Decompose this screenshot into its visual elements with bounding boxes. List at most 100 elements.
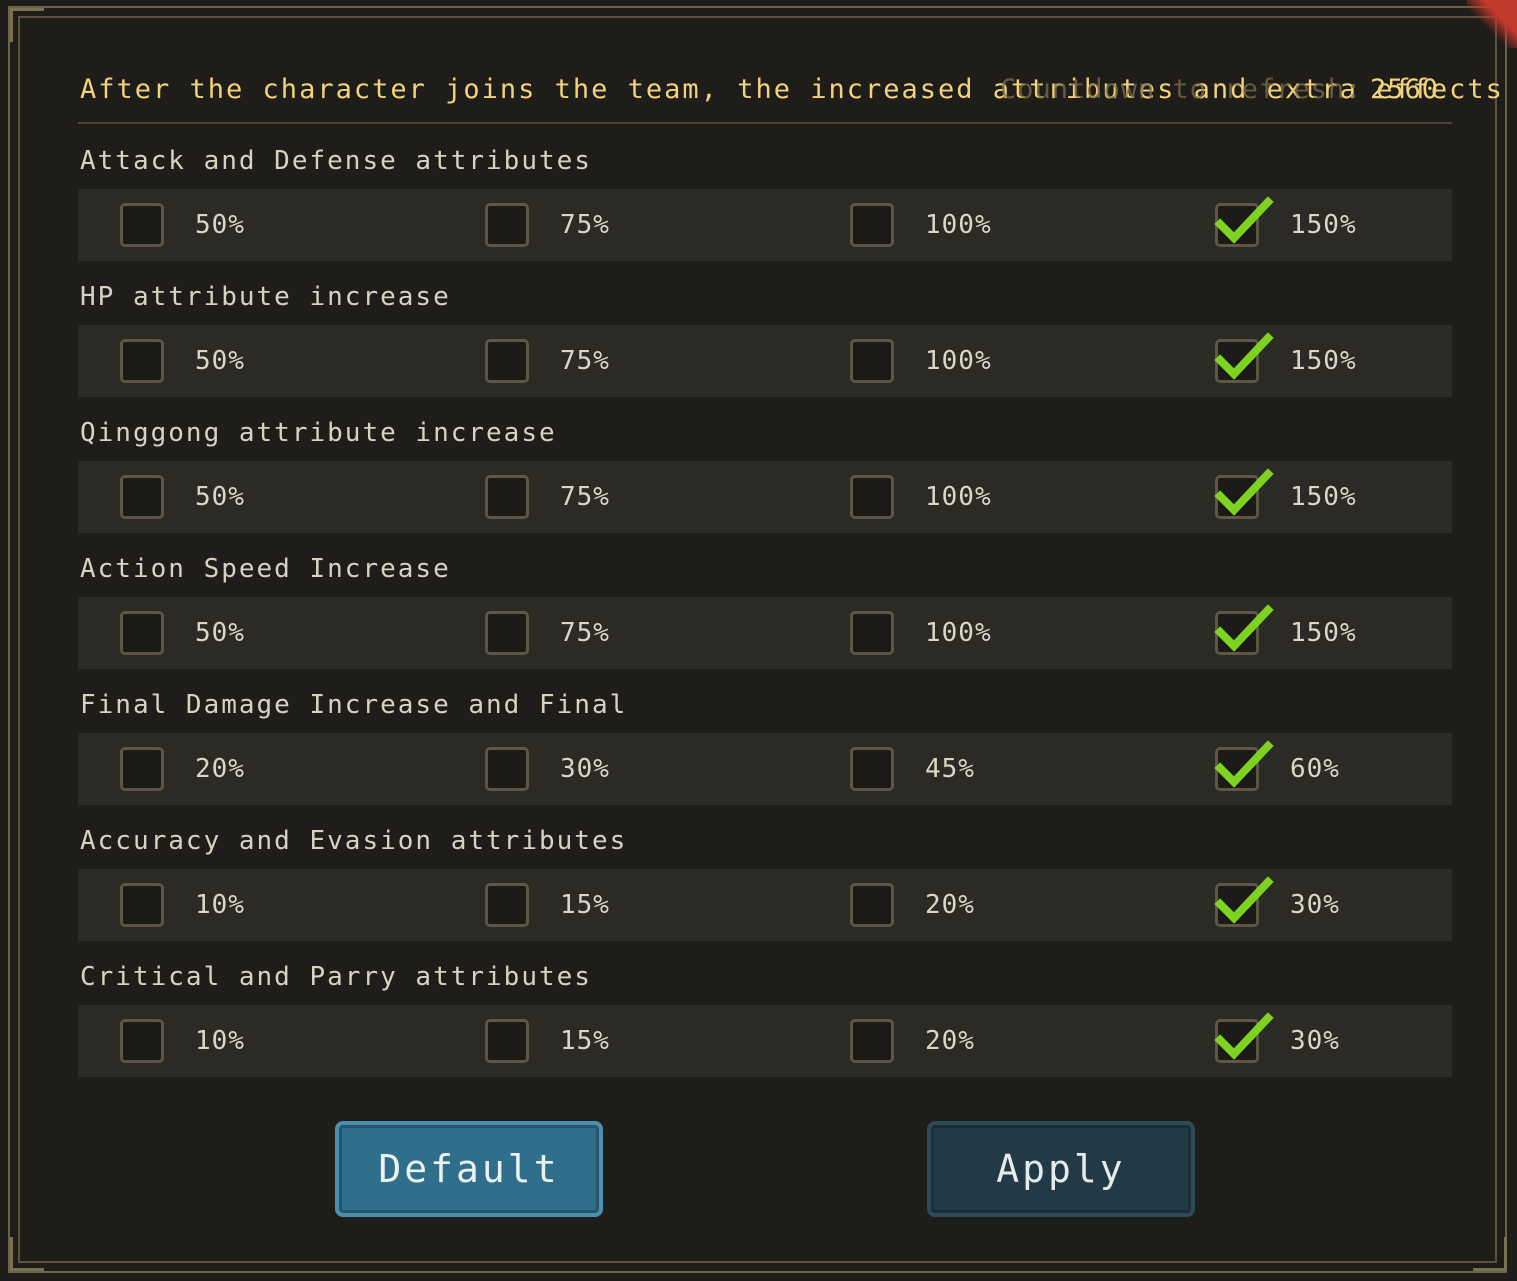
option-label: 60% — [1290, 754, 1340, 784]
option[interactable]: 15% — [485, 1005, 610, 1077]
checkbox[interactable] — [850, 883, 894, 927]
checkbox[interactable] — [485, 611, 529, 655]
checkbox[interactable] — [485, 1019, 529, 1063]
option-label: 50% — [195, 618, 245, 648]
option-row: 10% 15% 20% 30% — [78, 869, 1452, 941]
option-label: 20% — [925, 890, 975, 920]
option[interactable]: 30% — [485, 733, 610, 805]
checkbox[interactable] — [850, 339, 894, 383]
checkbox[interactable] — [850, 747, 894, 791]
checkbox[interactable] — [1214, 740, 1274, 791]
option-label: 150% — [1290, 346, 1357, 376]
option[interactable]: 15% — [485, 869, 610, 941]
option[interactable]: 150% — [1214, 189, 1357, 261]
checkbox[interactable] — [1214, 332, 1274, 383]
option[interactable]: 60% — [1214, 733, 1340, 805]
checkmark-icon — [1214, 740, 1274, 788]
checkbox[interactable] — [120, 475, 164, 519]
header-number: 2560 — [1370, 74, 1440, 105]
option[interactable]: 75% — [485, 189, 610, 261]
option-row: 50% 75% 100% 150% — [78, 325, 1452, 397]
checkbox[interactable] — [485, 475, 529, 519]
close-icon[interactable] — [1467, 0, 1517, 48]
option[interactable]: 50% — [120, 325, 245, 397]
checkbox[interactable] — [485, 203, 529, 247]
option-label: 20% — [925, 1026, 975, 1056]
option-label: 30% — [560, 754, 610, 784]
checkmark-icon — [1214, 468, 1274, 516]
option-label: 15% — [560, 1026, 610, 1056]
option[interactable]: 10% — [120, 1005, 245, 1077]
option[interactable]: 20% — [120, 733, 245, 805]
checkbox[interactable] — [485, 339, 529, 383]
checkbox[interactable] — [120, 611, 164, 655]
option[interactable]: 50% — [120, 597, 245, 669]
option-label: 150% — [1290, 618, 1357, 648]
option[interactable]: 150% — [1214, 461, 1357, 533]
checkbox[interactable] — [120, 1019, 164, 1063]
checkbox[interactable] — [1214, 604, 1274, 655]
checkbox[interactable] — [120, 339, 164, 383]
option[interactable]: 50% — [120, 461, 245, 533]
corner-ornament — [10, 8, 44, 42]
option-label: 75% — [560, 618, 610, 648]
option[interactable]: 75% — [485, 461, 610, 533]
option[interactable]: 10% — [120, 869, 245, 941]
option[interactable]: 20% — [850, 869, 975, 941]
section-title: Qinggong attribute increase — [80, 418, 557, 448]
option[interactable]: 20% — [850, 1005, 975, 1077]
section-title: Action Speed Increase — [80, 554, 451, 584]
option-label: 100% — [925, 618, 992, 648]
section-title: HP attribute increase — [80, 282, 451, 312]
option[interactable]: 50% — [120, 189, 245, 261]
option[interactable]: 150% — [1214, 597, 1357, 669]
header-divider — [78, 122, 1452, 124]
option[interactable]: 100% — [850, 325, 992, 397]
option-label: 100% — [925, 346, 992, 376]
checkbox[interactable] — [1214, 1012, 1274, 1063]
option[interactable]: 75% — [485, 325, 610, 397]
option-label: 75% — [560, 346, 610, 376]
option-label: 150% — [1290, 482, 1357, 512]
option-row: 20% 30% 45% 60% — [78, 733, 1452, 805]
checkbox[interactable] — [850, 203, 894, 247]
section-title: Final Damage Increase and Final — [80, 690, 628, 720]
option[interactable]: 30% — [1214, 869, 1340, 941]
checkbox[interactable] — [120, 747, 164, 791]
option-label: 100% — [925, 482, 992, 512]
corner-ornament — [1473, 1237, 1507, 1271]
option-row: 10% 15% 20% 30% — [78, 1005, 1452, 1077]
section-title: Accuracy and Evasion attributes — [80, 826, 628, 856]
header-ghost-text: Countdown to refresh: — [1000, 74, 1363, 105]
option[interactable]: 150% — [1214, 325, 1357, 397]
checkbox[interactable] — [1214, 468, 1274, 519]
checkbox[interactable] — [850, 1019, 894, 1063]
checkbox[interactable] — [850, 475, 894, 519]
checkmark-icon — [1214, 196, 1274, 244]
checkbox[interactable] — [485, 883, 529, 927]
option-label: 10% — [195, 890, 245, 920]
section-title: Critical and Parry attributes — [80, 962, 592, 992]
checkbox[interactable] — [1214, 196, 1274, 247]
option[interactable]: 100% — [850, 189, 992, 261]
checkbox[interactable] — [485, 747, 529, 791]
option-label: 150% — [1290, 210, 1357, 240]
checkbox[interactable] — [120, 883, 164, 927]
checkmark-icon — [1214, 332, 1274, 380]
apply-button[interactable]: Apply — [927, 1121, 1195, 1217]
option-label: 45% — [925, 754, 975, 784]
option-label: 75% — [560, 210, 610, 240]
option-label: 10% — [195, 1026, 245, 1056]
option-label: 100% — [925, 210, 992, 240]
checkbox[interactable] — [1214, 876, 1274, 927]
option[interactable]: 75% — [485, 597, 610, 669]
checkbox[interactable] — [120, 203, 164, 247]
checkbox[interactable] — [850, 611, 894, 655]
option[interactable]: 30% — [1214, 1005, 1340, 1077]
option[interactable]: 100% — [850, 597, 992, 669]
option-label: 20% — [195, 754, 245, 784]
option[interactable]: 100% — [850, 461, 992, 533]
default-button[interactable]: Default — [335, 1121, 603, 1217]
option[interactable]: 45% — [850, 733, 975, 805]
option-row: 50% 75% 100% 150% — [78, 189, 1452, 261]
